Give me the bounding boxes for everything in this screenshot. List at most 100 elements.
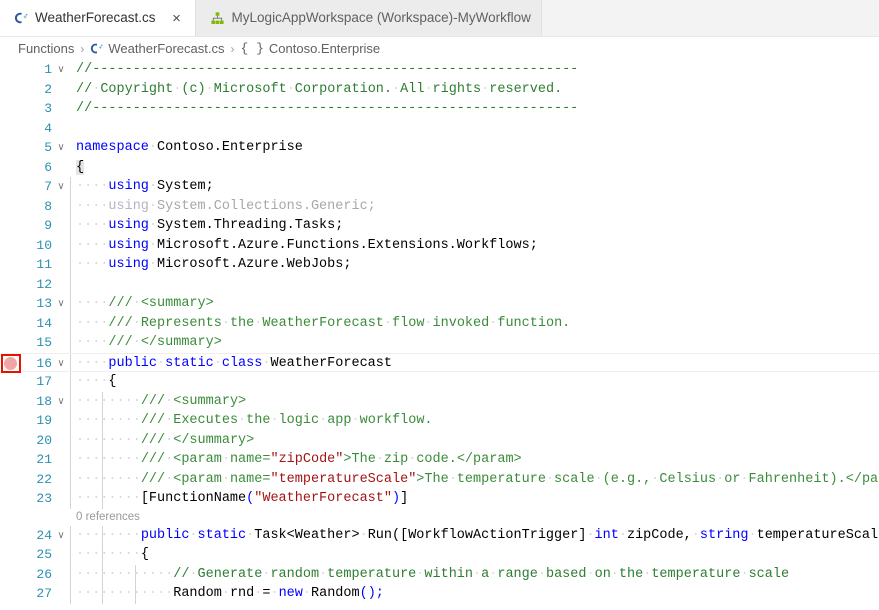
breakpoint-icon[interactable] [4,357,17,370]
breakpoint-gutter[interactable] [0,138,26,158]
breakpoint-gutter[interactable] [0,450,26,470]
fold-placeholder [52,119,70,139]
breakpoint-gutter[interactable] [0,216,26,236]
indent-guide [70,392,71,412]
code-token: reserved. [489,82,562,97]
code-line[interactable]: 9····using·System.Threading.Tasks; [0,216,879,236]
code-token: <param [173,472,222,487]
breakpoint-gutter[interactable] [0,119,26,139]
code-token: ········ [76,491,141,506]
breakpoint-gutter[interactable] [0,489,26,509]
code-line[interactable]: 14····///·Represents·the·WeatherForecast… [0,314,879,334]
code-line[interactable]: 19········///·Executes·the·logic·app·wor… [0,411,879,431]
breakpoint-gutter[interactable] [0,584,26,604]
code-line[interactable]: 23········[FunctionName("WeatherForecast… [0,489,879,509]
codelens-references-link[interactable]: 0 references [76,511,140,523]
breakpoint-gutter[interactable] [0,545,26,565]
breakpoint-gutter[interactable] [0,333,26,353]
code-token: ········ [76,528,141,543]
breadcrumb-label: Functions [18,41,74,56]
code-token: namespace [76,140,149,155]
breakpoint-gutter[interactable] [0,354,26,372]
breakpoint-gutter[interactable] [0,470,26,490]
chevron-down-icon[interactable]: ∨ [52,60,70,80]
code-editor[interactable]: 1∨//------------------------------------… [0,60,879,610]
code-token: range [497,567,538,582]
breakpoint-gutter[interactable] [0,275,26,295]
code-text: //--------------------------------------… [70,60,879,80]
code-line[interactable]: 4 [0,119,879,139]
breakpoint-gutter[interactable] [0,526,26,546]
code-line[interactable]: 25········{ [0,545,879,565]
chevron-down-icon[interactable]: ∨ [52,354,70,372]
breakpoint-gutter[interactable] [0,431,26,451]
breakpoint-gutter[interactable] [0,177,26,197]
breakpoint-gutter[interactable] [0,99,26,119]
code-token: · [222,316,230,331]
breakpoint-gutter[interactable] [0,314,26,334]
chevron-down-icon[interactable]: ∨ [52,526,70,546]
code-line[interactable]: 16∨····public·static·class·WeatherForeca… [0,353,879,373]
code-token: ···· [76,257,108,272]
breadcrumb-item-contoso-enterprise[interactable]: { } Contoso.Enterprise [240,41,380,56]
line-number: 20 [26,431,52,451]
line-number: 17 [26,372,52,392]
breakpoint-gutter[interactable] [0,236,26,256]
code-token: public [108,356,157,371]
code-line[interactable]: 11····using·Microsoft.Azure.WebJobs; [0,255,879,275]
chevron-down-icon[interactable]: ∨ [52,392,70,412]
chevron-down-icon[interactable]: ∨ [52,177,70,197]
breakpoint-gutter[interactable] [0,411,26,431]
code-line[interactable]: 6{ [0,158,879,178]
code-token: string [700,528,749,543]
code-token: ···· [76,335,108,350]
breakpoint-gutter[interactable] [0,197,26,217]
code-line[interactable]: 5∨namespace·Contoso.Enterprise [0,138,879,158]
breakpoint-gutter[interactable] [0,372,26,392]
code-line[interactable]: 8····using·System.Collections.Generic; [0,197,879,217]
code-token: ···· [76,316,108,331]
code-token: /// [141,413,165,428]
code-token: </summary> [141,335,222,350]
close-icon[interactable]: × [169,10,185,26]
code-token: · [360,528,368,543]
code-line[interactable]: 10····using·Microsoft.Azure.Functions.Ex… [0,236,879,256]
line-number: 4 [26,119,52,139]
code-line[interactable]: 22········///·<param·name="temperatureSc… [0,470,879,490]
breadcrumb-item-functions[interactable]: Functions [18,41,74,56]
code-token: ········ [76,413,141,428]
code-line[interactable]: 1∨//------------------------------------… [0,60,879,80]
code-line[interactable]: 18∨········///·<summary> [0,392,879,412]
fold-placeholder [52,545,70,565]
tab-mylogicappworkspace-myworkflow[interactable]: MyLogicAppWorkspace (Workspace)-MyWorkfl… [196,0,542,36]
code-line[interactable]: 13∨····///·<summary> [0,294,879,314]
breakpoint-gutter[interactable] [0,294,26,314]
breakpoint-gutter[interactable] [0,158,26,178]
code-line[interactable]: 7∨····using·System; [0,177,879,197]
breakpoint-gutter[interactable] [0,80,26,100]
breakpoint-gutter[interactable] [0,565,26,585]
code-line[interactable]: 27············Random·rnd·=·new·Random(); [0,584,879,604]
code-token: · [149,238,157,253]
code-token: · [546,472,554,487]
code-line[interactable]: 24∨········public·static·Task<Weather>·R… [0,526,879,546]
code-token: ···· [76,356,108,371]
code-line[interactable]: 15····///·</summary> [0,333,879,353]
code-token: Contoso.Enterprise [157,140,303,155]
code-token: <summary> [173,394,246,409]
code-line[interactable]: 20········///·</summary> [0,431,879,451]
code-line[interactable]: 3//-------------------------------------… [0,99,879,119]
tab-weatherforecast-cs[interactable]: WeatherForecast.cs × [0,0,196,36]
code-token: /// [141,394,165,409]
chevron-down-icon[interactable]: ∨ [52,294,70,314]
breakpoint-gutter[interactable] [0,60,26,80]
breadcrumb-item-weatherforecast-cs[interactable]: WeatherForecast.cs [90,41,224,56]
code-line[interactable]: 17····{ [0,372,879,392]
chevron-down-icon[interactable]: ∨ [52,138,70,158]
code-line[interactable]: 12 [0,275,879,295]
breakpoint-gutter[interactable] [0,392,26,412]
code-line[interactable]: 26············//·Generate·random·tempera… [0,565,879,585]
code-line[interactable]: 21········///·<param·name="zipCode">The·… [0,450,879,470]
code-line[interactable]: 2//·Copyright·(c)·Microsoft·Corporation.… [0,80,879,100]
breakpoint-gutter[interactable] [0,255,26,275]
